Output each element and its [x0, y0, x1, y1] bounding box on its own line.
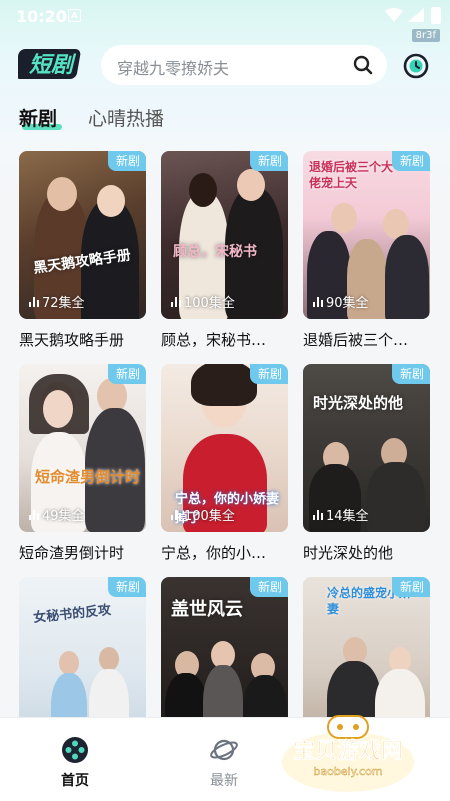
- drama-poster[interactable]: 时光深处的他 新剧 14集全: [303, 364, 430, 532]
- watermark-text: 宝贝游戏网: [293, 738, 403, 764]
- tab-new-drama[interactable]: 新剧: [19, 104, 57, 131]
- new-badge: 新剧: [249, 151, 288, 171]
- status-time: 10:20: [16, 7, 67, 26]
- poster-title: 时光深处的他: [313, 394, 404, 412]
- bars-icon: [171, 509, 181, 520]
- episode-count: 100集全: [171, 292, 235, 311]
- drama-poster[interactable]: 退婚后被三个大佬宠上天 新剧 90集全: [303, 151, 430, 319]
- watch-history-icon[interactable]: [401, 51, 431, 81]
- episode-count: 72集全: [29, 292, 85, 311]
- drama-title[interactable]: 短命渣男倒计时: [19, 542, 146, 563]
- battery-icon: [431, 7, 441, 24]
- bars-icon: [313, 296, 323, 307]
- search-bar[interactable]: 穿越九零撩娇夫: [101, 45, 387, 85]
- episode-count: 90集全: [313, 292, 369, 311]
- new-badge: 新剧: [391, 577, 430, 597]
- logo-text: 短剧: [29, 53, 77, 78]
- search-icon[interactable]: [353, 55, 373, 75]
- drama-title[interactable]: 黑天鹅攻略手册: [19, 329, 146, 350]
- search-placeholder: 穿越九零撩娇夫: [117, 59, 230, 78]
- episode-count: 100集全: [171, 505, 235, 524]
- drama-poster[interactable]: 顾总，宋秘书 新剧 100集全: [161, 151, 288, 319]
- nav-home[interactable]: 首页: [50, 736, 100, 790]
- app-logo: 短剧: [18, 49, 81, 79]
- nav-latest-label: 最新: [210, 773, 238, 789]
- drama-poster[interactable]: 短命渣男倒计时 新剧 49集全: [19, 364, 146, 532]
- episode-count: 14集全: [313, 505, 369, 524]
- poster-title: 女秘书的反攻: [32, 602, 112, 627]
- episode-count: 49集全: [29, 505, 85, 524]
- poster-title: 短命渣男倒计时: [35, 468, 141, 486]
- poster-title: 顾总，宋秘书: [173, 244, 257, 260]
- new-badge: 新剧: [391, 151, 430, 171]
- new-badge: 新剧: [107, 577, 146, 597]
- bars-icon: [29, 296, 39, 307]
- planet-icon: [210, 739, 238, 761]
- film-reel-icon: [62, 737, 88, 763]
- drama-poster[interactable]: 宁总，你的小娇妻掉了 新剧 100集全: [161, 364, 288, 532]
- drama-title[interactable]: 宁总，你的小…: [161, 542, 288, 563]
- wifi-icon: [385, 8, 403, 22]
- poster-title: 退婚后被三个大佬宠上天: [309, 160, 394, 190]
- drama-poster[interactable]: 黑天鹅攻略手册 新剧 72集全: [19, 151, 146, 319]
- drama-title[interactable]: 时光深处的他: [303, 542, 430, 563]
- drama-title[interactable]: 退婚后被三个…: [303, 329, 430, 350]
- bars-icon: [313, 509, 323, 520]
- tab-hot-broadcast[interactable]: 心晴热播: [88, 104, 164, 131]
- drama-title[interactable]: 顾总，宋秘书…: [161, 329, 288, 350]
- new-badge: 新剧: [107, 151, 146, 171]
- poster-title: 盖世风云: [171, 599, 243, 620]
- new-badge: 新剧: [249, 364, 288, 384]
- bars-icon: [29, 509, 39, 520]
- bars-icon: [171, 296, 181, 307]
- debug-tag: 8r3f: [411, 29, 440, 42]
- notification-icon: A: [68, 9, 81, 22]
- new-badge: 新剧: [249, 577, 288, 597]
- nav-latest[interactable]: 最新: [199, 736, 249, 790]
- signal-icon: [408, 8, 424, 22]
- new-badge: 新剧: [391, 364, 430, 384]
- new-badge: 新剧: [107, 364, 146, 384]
- status-bar: 10:20 A: [0, 0, 450, 32]
- watermark-url: baobeiy.com: [313, 765, 382, 778]
- site-watermark: 宝贝游戏网 baobeiy.com: [282, 715, 414, 792]
- nav-home-label: 首页: [61, 773, 89, 789]
